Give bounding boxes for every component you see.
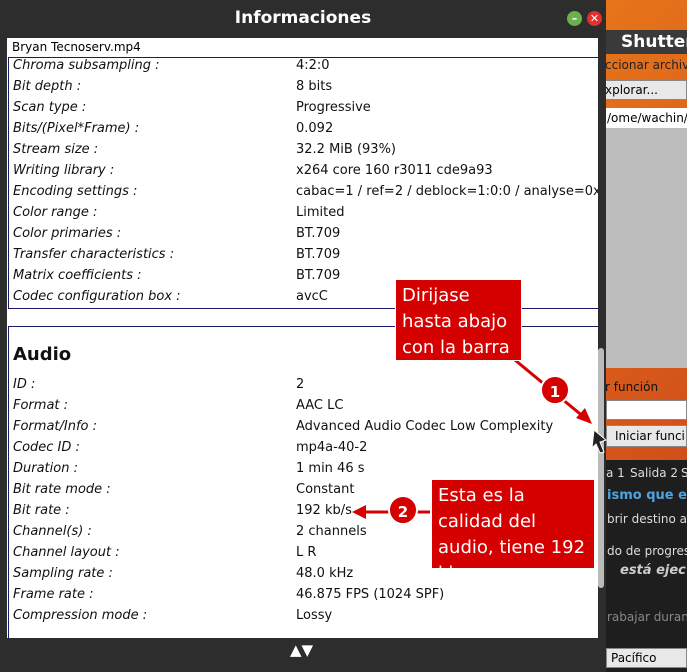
arrow-head-2 <box>352 505 366 519</box>
arrow-head-1 <box>576 408 592 424</box>
annotation-callout-2: Esta es la calidad del audio, tiene 192 … <box>431 479 595 584</box>
mouse-cursor-icon <box>591 429 608 454</box>
annotation-badge-2: 2 <box>388 495 418 525</box>
annotation-callout-1: Dirijase hasta abajo con la barra <box>395 279 522 361</box>
annotation-badge-1: 1 <box>540 375 570 405</box>
annotation-arrows <box>352 358 608 519</box>
